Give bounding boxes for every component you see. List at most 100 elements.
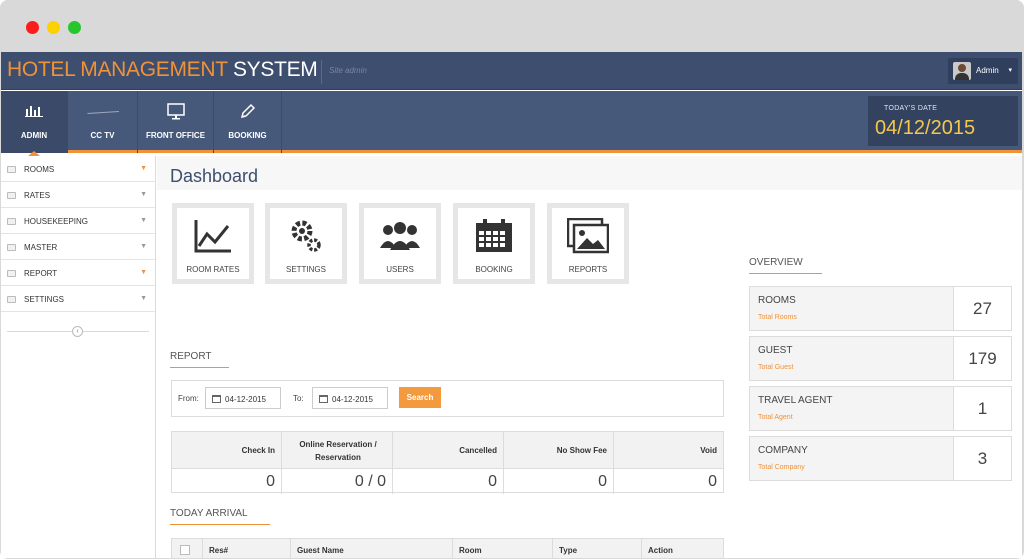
brand-subtitle: Site admin [329,66,367,75]
tile-label: ROOM RATES [186,265,240,274]
nav-item-label: BOOKING [228,131,267,140]
stat-value: 0 [708,473,717,490]
avatar [953,62,971,80]
select-checkbox[interactable] [180,545,190,555]
column-action: Action [648,546,673,555]
sidebar-item-settings[interactable]: SETTINGS ▼ [1,286,155,312]
top-bar: HOTEL MANAGEMENT SYSTEM Site admin Admin… [1,52,1022,90]
stat-check-in: Check In 0 [172,432,282,494]
folder-icon [7,166,16,173]
sidebar-item-label: RATES [24,191,51,200]
chevron-left-icon: ‹ [76,328,79,335]
overview-card-travel-agent[interactable]: TRAVEL AGENT Total Agent 1 [749,386,1012,431]
nav-item-admin[interactable]: ADMIN [1,91,68,156]
stat-header: Void [700,446,717,455]
stat-value: 0 / 0 [354,473,386,490]
tile-room-rates[interactable]: ROOM RATES [172,203,254,284]
nav-item-label: CC TV [90,131,115,140]
gears-icon [289,218,323,259]
nav-item-label: FRONT OFFICE [145,131,206,140]
stat-header-line1: Online Reservation / [299,440,377,449]
main-content: Dashboard ROOM RATES SETTINGS USERS BOOK… [157,156,1022,558]
nav-item-cctv[interactable]: CC TV [68,91,138,153]
report-section-title: REPORT [170,351,212,362]
from-label: From: [178,394,199,403]
overview-card-title: COMPANY [758,445,808,456]
overview-card-value: 27 [953,287,1011,330]
line-chart-icon [193,218,233,259]
from-date-input[interactable]: 04-12-2015 [205,387,281,409]
calendar-icon [319,395,328,403]
tile-reports[interactable]: REPORTS [547,203,629,284]
sidebar-item-label: HOUSEKEEPING [24,217,89,226]
folder-icon [7,244,16,251]
nav-item-label: ADMIN [20,131,48,140]
arrival-section-title: TODAY ARRIVAL [170,508,248,519]
select-cell [172,539,203,558]
to-date-input[interactable]: 04-12-2015 [312,387,388,409]
chevron-down-icon: ▼ [140,191,147,198]
sidebar-item-label: REPORT [24,269,58,278]
column-type: Type [553,539,642,558]
stat-header: No Show Fee [556,446,607,455]
overview-card-value: 3 [953,437,1011,480]
to-label: To: [293,394,304,403]
overview-card-subtitle: Total Company [758,464,805,471]
overview-card-guest[interactable]: GUEST Total Guest 179 [749,336,1012,381]
brand-title[interactable]: HOTEL MANAGEMENT SYSTEM [7,58,318,82]
sidebar-item-label: SETTINGS [24,295,65,304]
minimize-window-button[interactable] [47,21,60,34]
sidebar-item-housekeeping[interactable]: HOUSEKEEPING ▼ [1,208,155,234]
sidebar-collapse-button[interactable]: ‹ [72,326,83,337]
column-guest-name: Guest Name [291,539,453,558]
tile-settings[interactable]: SETTINGS [265,203,347,284]
users-icon [378,218,422,257]
overview-card-company[interactable]: COMPANY Total Company 3 [749,436,1012,481]
today-date-box: TODAY'S DATE 04/12/2015 [868,96,1018,146]
from-date-value: 04-12-2015 [225,395,266,404]
user-name: Admin [976,66,999,75]
sidebar-item-report[interactable]: REPORT ▼ [1,260,155,286]
overview-card-subtitle: Total Rooms [758,314,797,321]
chevron-down-icon: ▼ [140,165,147,172]
chevron-down-icon: ▾ [1008,67,1012,74]
overview-card-title: GUEST [758,345,793,356]
stat-no-show-fee: No Show Fee 0 [504,432,614,494]
calendar-icon [212,395,221,403]
report-underline [170,367,229,368]
chevron-down-icon: ▼ [140,243,147,250]
to-date-value: 04-12-2015 [332,395,373,404]
stat-value: 0 [598,473,607,490]
today-date-value: 04/12/2015 [875,117,976,139]
sidebar-item-rates[interactable]: RATES ▼ [1,182,155,208]
stat-header: Cancelled [459,446,497,455]
chevron-down-icon: ▼ [140,217,147,224]
arrival-underline [170,524,270,525]
tile-users[interactable]: USERS [359,203,441,284]
overview-card-rooms[interactable]: ROOMS Total Rooms 27 [749,286,1012,331]
overview-card-title: ROOMS [758,295,796,306]
overview-card-subtitle: Total Guest [758,364,794,371]
sidebar-item-rooms[interactable]: ROOMS ▼ [1,156,155,182]
arrival-table: Res# Guest Name Room Type Action Res# Gu… [171,538,724,558]
close-window-button[interactable] [26,21,39,34]
tile-booking[interactable]: BOOKING [453,203,535,284]
stat-header: Online Reservation / Reservation [290,438,386,464]
nav-item-front-office[interactable]: FRONT OFFICE [138,91,214,153]
maximize-window-button[interactable] [68,21,81,34]
stat-header: Check In [241,446,275,455]
nav-item-booking[interactable]: BOOKING [214,91,282,153]
brand-title-part1: HOTEL MANAGEMENT [7,58,228,81]
monitor-icon [166,103,185,125]
search-button[interactable]: Search [399,387,441,408]
calendar-icon [474,218,514,259]
chevron-down-icon: ▼ [140,269,147,276]
browser-window: HOTEL MANAGEMENT SYSTEM Site admin Admin… [0,0,1024,559]
sidebar-item-master[interactable]: MASTER ▼ [1,234,155,260]
window-titlebar [0,0,1024,52]
folder-icon [7,296,16,303]
tile-label: REPORTS [568,265,608,274]
stat-value: 0 [488,473,497,490]
sidebar-item-label: MASTER [24,243,58,252]
user-menu[interactable]: Admin ▾ [948,58,1018,84]
